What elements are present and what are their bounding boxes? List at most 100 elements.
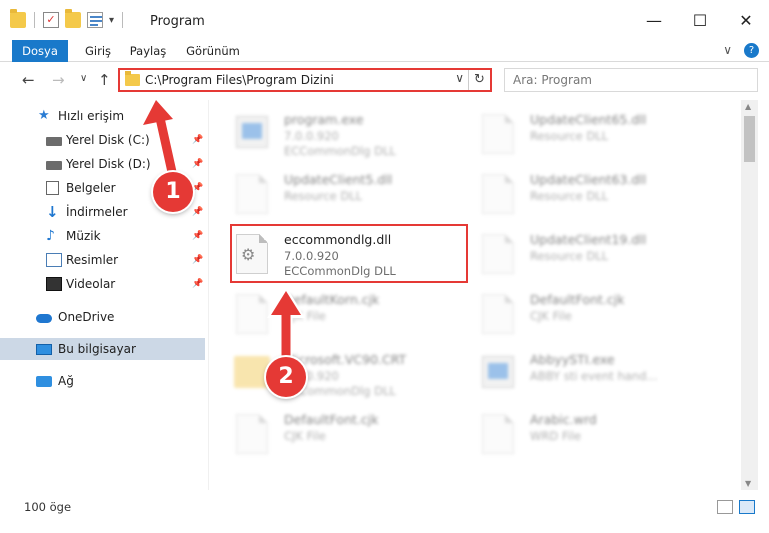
folder-icon [125,71,140,86]
close-button[interactable]: ✕ [723,0,769,40]
file-icon [236,294,268,334]
drive-icon [46,161,62,170]
file-item[interactable]: DefaultFont.cjk CJK File [470,286,710,342]
file-name: UpdateClient65.dll [530,112,647,127]
sidebar-item-label: Belgeler [66,181,116,195]
view-switcher [717,500,755,514]
sidebar-item-label: Videolar [66,277,116,291]
quick-access-toolbar: ✓ ▾ [10,9,125,28]
file-name: UpdateClient5.dll [284,172,393,187]
file-name: AbbyySTI.exe [530,352,615,367]
sidebar-item-label: OneDrive [58,310,115,324]
customize-toolbar-icon[interactable]: ▾ [109,15,114,26]
help-icon[interactable]: ? [744,43,759,58]
file-icon [482,294,514,334]
large-icons-view-icon[interactable] [739,500,755,514]
sidebar-item-quick-access[interactable]: ★ Hızlı erişim [0,105,205,127]
application-icon [236,116,268,148]
maximize-button[interactable]: ☐ [677,0,723,40]
sidebar-item-local-disk-c[interactable]: Yerel Disk (C:) 📌 [0,129,205,151]
file-item[interactable]: Microsoft.VC90.CRT 7.0.0.920 ECCommonDlg… [224,346,464,402]
file-name: DefaultFont.cjk [530,292,625,307]
tab-home[interactable]: Giriş [78,40,118,62]
window-controls: — ☐ ✕ [631,0,769,40]
file-detail: CJK File [284,429,326,443]
file-name: Arabic.wrd [530,412,597,427]
address-bar[interactable]: C:\Program Files\Program Dizini ∨ ↻ [118,68,492,92]
file-name: DefaultKorn.cjk [284,292,380,307]
computer-icon [36,343,52,355]
checkmark-icon[interactable]: ✓ [43,12,59,28]
sidebar-item-pictures[interactable]: Resimler 📌 [0,249,205,271]
pane-divider[interactable] [208,100,209,490]
file-detail: CJK File [284,309,326,323]
search-input[interactable]: Ara: Program [504,68,758,92]
toolbar-separator [34,12,35,28]
pin-icon: 📌 [192,255,204,265]
documents-icon [46,181,59,195]
back-button[interactable]: ← [22,71,35,89]
address-dropdown-button[interactable]: ∨ [455,71,464,85]
application-icon [482,356,514,388]
file-detail: Resource DLL [530,189,609,203]
file-detail: Resource DLL [284,189,363,203]
file-name: UpdateClient19.dll [530,232,647,247]
network-icon [36,375,52,387]
minimize-button[interactable]: — [631,0,677,40]
tab-share[interactable]: Paylaş [124,40,172,62]
sidebar-item-label: Müzik [66,229,101,243]
file-item[interactable]: UpdateClient63.dll Resource DLL [470,166,710,222]
scroll-down-icon[interactable]: ▼ [745,479,751,488]
up-button[interactable]: ↑ [98,71,111,89]
music-icon: ♪ [46,228,55,244]
download-icon: ↓ [46,203,59,221]
toolbar-separator [122,12,124,28]
item-count: 100 öge [24,500,72,514]
file-icon [482,414,514,454]
file-icon [236,414,268,454]
sidebar-item-videos[interactable]: Videolar 📌 [0,273,205,295]
address-path[interactable]: C:\Program Files\Program Dizini [145,73,334,87]
forward-button[interactable]: → [52,71,65,89]
file-name: DefaultFont.cjk [284,412,379,427]
file-item[interactable]: UpdateClient5.dll Resource DLL [224,166,464,222]
file-item[interactable]: UpdateClient19.dll Resource DLL [470,226,710,282]
pin-icon: 📌 [192,159,204,169]
dll-file-icon [236,174,268,214]
file-item[interactable]: UpdateClient65.dll Resource DLL [470,106,710,162]
file-item[interactable]: program.exe 7.0.0.920 ECCommonDlg DLL [224,106,464,162]
folder-icon [234,356,270,388]
recent-locations-button[interactable]: ∨ [80,73,87,84]
folder-icon[interactable] [10,9,26,28]
sidebar-item-network[interactable]: Ağ [0,370,205,392]
navigation-pane: ★ Hızlı erişim Yerel Disk (C:) 📌 Yerel D… [0,100,208,490]
expand-ribbon-button[interactable]: ∨ [723,43,732,58]
file-list: program.exe 7.0.0.920 ECCommonDlg DLL Up… [210,100,741,490]
scroll-thumb[interactable] [744,116,755,162]
sidebar-item-this-pc[interactable]: Bu bilgisayar [0,338,205,360]
file-item[interactable]: DefaultKorn.cjk CJK File [224,286,464,342]
file-item[interactable]: DefaultFont.cjk CJK File [224,406,464,462]
drive-icon [46,137,62,146]
file-detail: 7.0.0.920 [284,129,339,143]
sidebar-item-onedrive[interactable]: OneDrive [0,306,205,328]
scroll-up-icon[interactable]: ▲ [745,102,751,111]
tab-view[interactable]: Görünüm [182,40,244,62]
pictures-icon [46,253,62,267]
file-detail: CJK File [530,309,572,323]
tab-file[interactable]: Dosya [12,40,68,62]
file-item[interactable]: AbbyySTI.exe ABBY sti event hand... [470,346,710,402]
refresh-button[interactable]: ↻ [468,70,490,90]
new-folder-icon[interactable] [65,9,81,28]
file-detail: ECCommonDlg DLL [284,144,396,158]
properties-icon[interactable] [87,12,103,28]
sidebar-item-label: Resimler [66,253,119,267]
sidebar-item-label: Ağ [58,374,74,388]
search-placeholder: Ara: Program [513,73,592,87]
title-bar: ✓ ▾ Program — ☐ ✕ [0,0,769,40]
vertical-scrollbar[interactable]: ▲ ▼ [741,100,758,490]
details-view-icon[interactable] [717,500,733,514]
file-item[interactable]: Arabic.wrd WRD File [470,406,710,462]
sidebar-item-music[interactable]: ♪ Müzik 📌 [0,225,205,247]
pin-icon: 📌 [192,135,204,145]
